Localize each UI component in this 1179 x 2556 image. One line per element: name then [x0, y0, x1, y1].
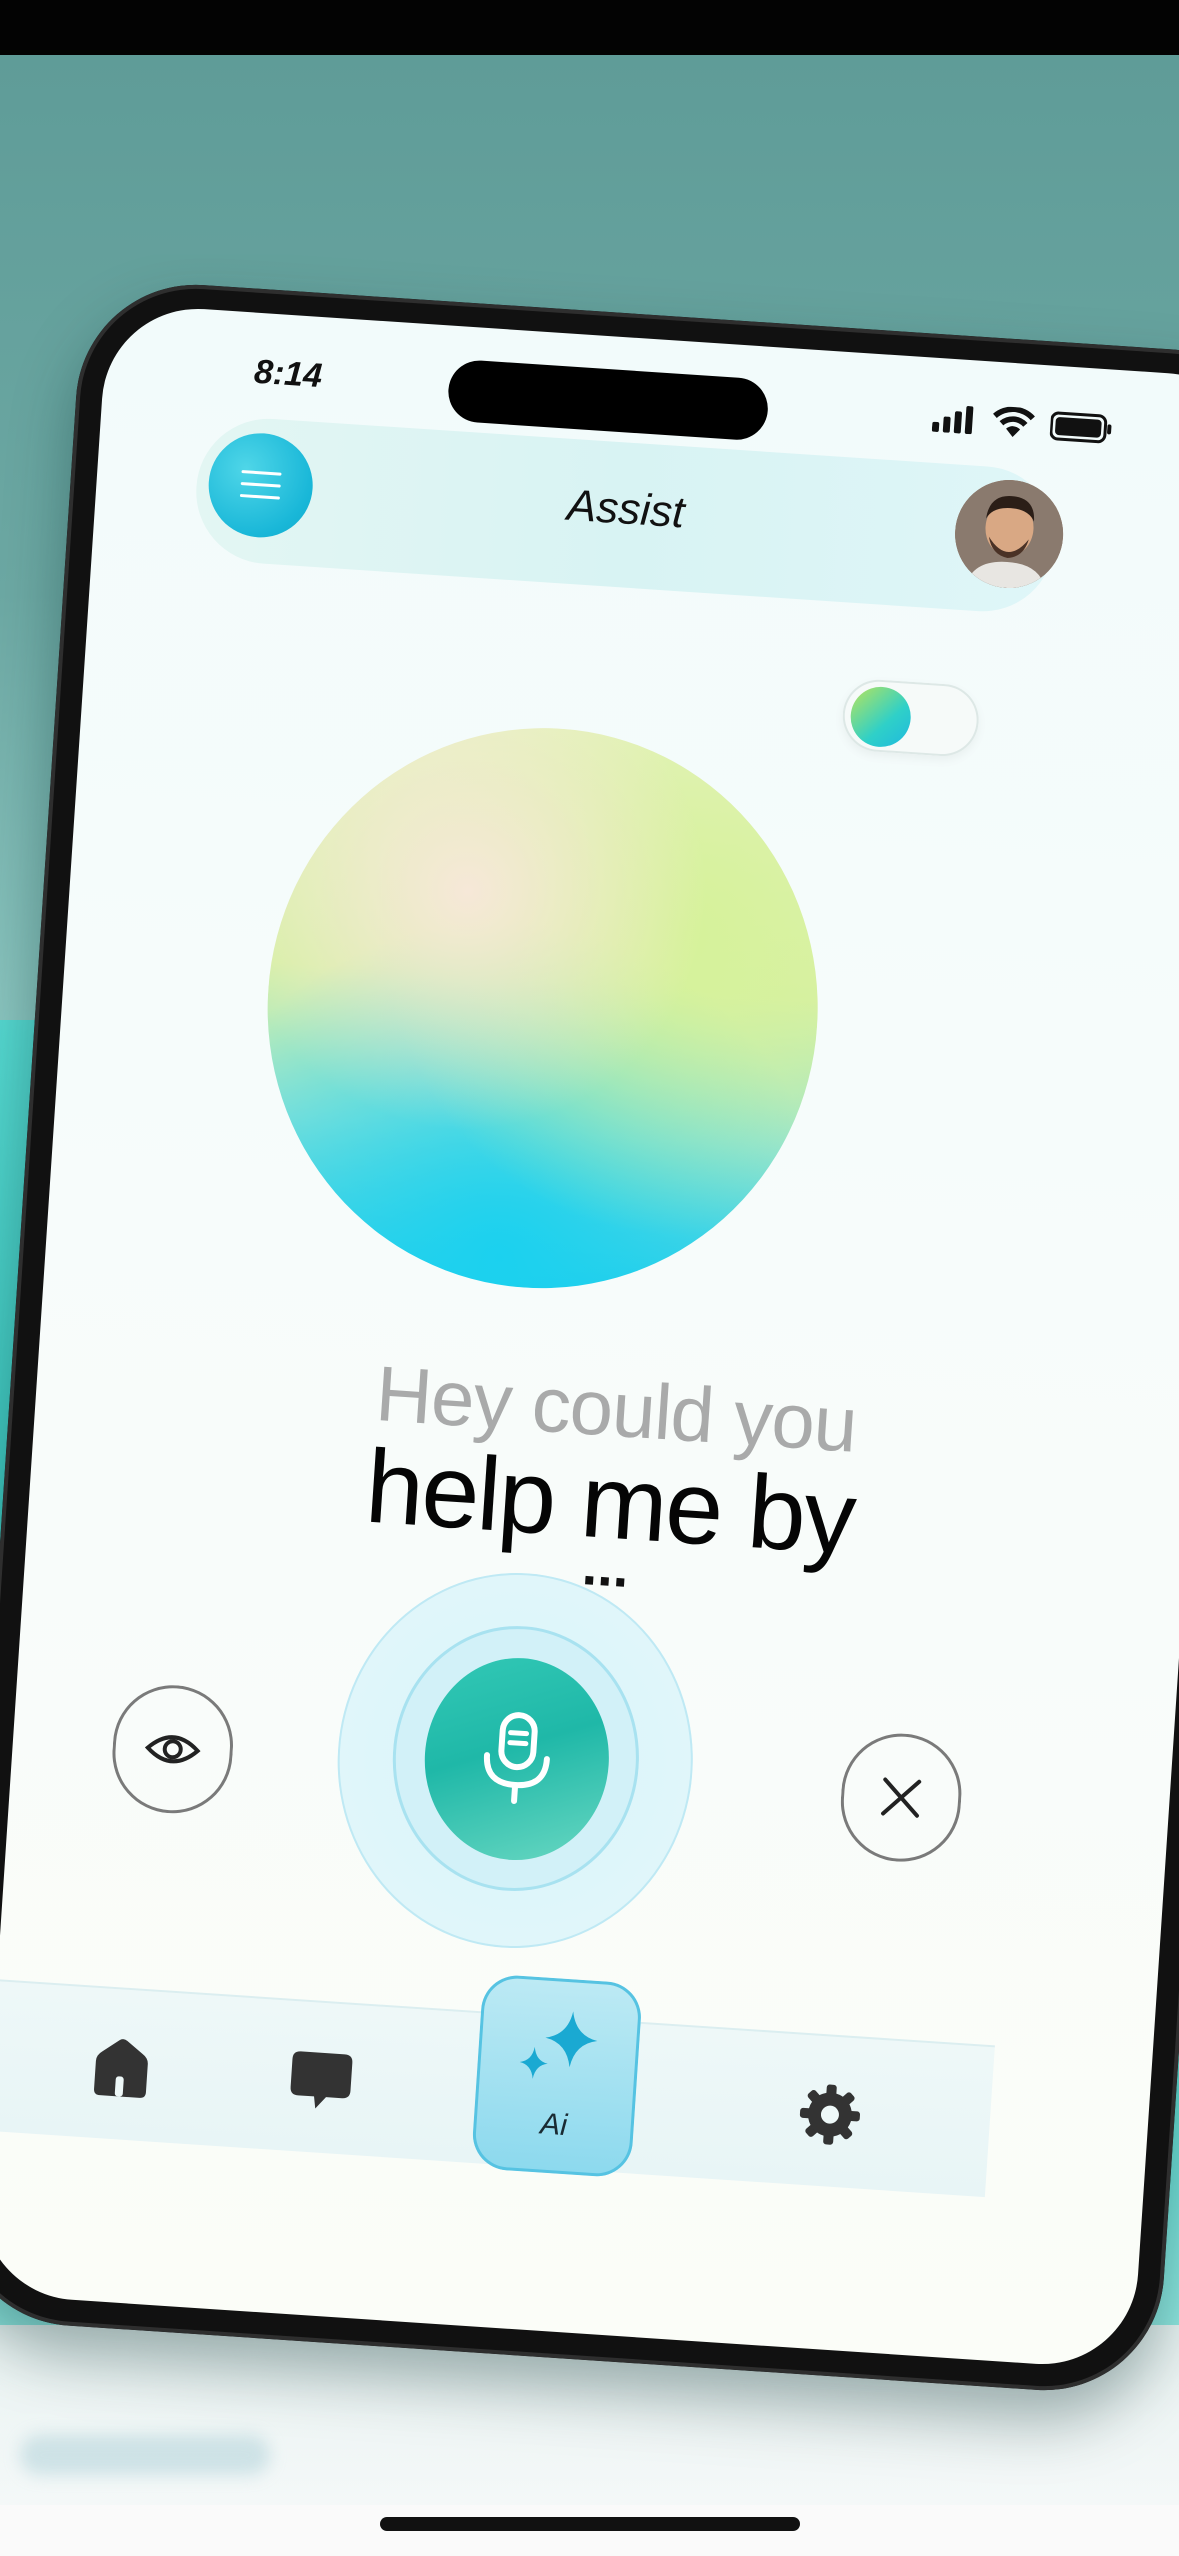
app-header: Assist: [191, 414, 1067, 616]
dynamic-island: [446, 358, 770, 442]
toggle-knob: [848, 684, 913, 749]
view-button[interactable]: [109, 1681, 237, 1817]
home-icon: [94, 2039, 148, 2098]
phone-device: 8:14 Assist Hey could you help me by ...…: [0, 277, 1179, 2398]
tab-ai[interactable]: Ai: [470, 1973, 644, 2179]
wifi-icon: [993, 406, 1035, 438]
tab-settings[interactable]: [777, 2061, 883, 2167]
avatar[interactable]: [951, 476, 1067, 592]
bottom-tab-bar: Ai: [0, 1973, 995, 2198]
phone-screen: 8:14 Assist Hey could you help me by ...…: [0, 302, 1179, 2371]
gear-icon: [799, 2084, 861, 2145]
top-letterbox: [0, 0, 1179, 55]
tab-home[interactable]: [68, 2014, 174, 2120]
ai-orb: [249, 710, 836, 1306]
sparkle-icon: [519, 2011, 598, 2079]
tab-chat[interactable]: [268, 2028, 374, 2134]
microphone-icon: [484, 1712, 550, 1804]
eye-icon: [144, 1735, 201, 1764]
photo-scene: 8:14 Assist Hey could you help me by ...…: [0, 55, 1179, 2505]
close-button[interactable]: [837, 1730, 965, 1866]
page-title: Assist: [565, 480, 687, 538]
tab-ai-label: Ai: [539, 2107, 569, 2143]
mode-toggle[interactable]: [840, 677, 981, 759]
status-icons: [931, 402, 1114, 446]
battery-icon: [1049, 411, 1112, 444]
home-indicator[interactable]: [380, 2517, 800, 2531]
signal-icon: [931, 406, 974, 435]
floor-reflection: [20, 2435, 270, 2475]
close-icon: [881, 1777, 922, 1818]
status-time: 8:14: [252, 352, 324, 396]
chat-bubble-icon: [290, 2051, 353, 2109]
user-portrait: [951, 476, 1067, 592]
